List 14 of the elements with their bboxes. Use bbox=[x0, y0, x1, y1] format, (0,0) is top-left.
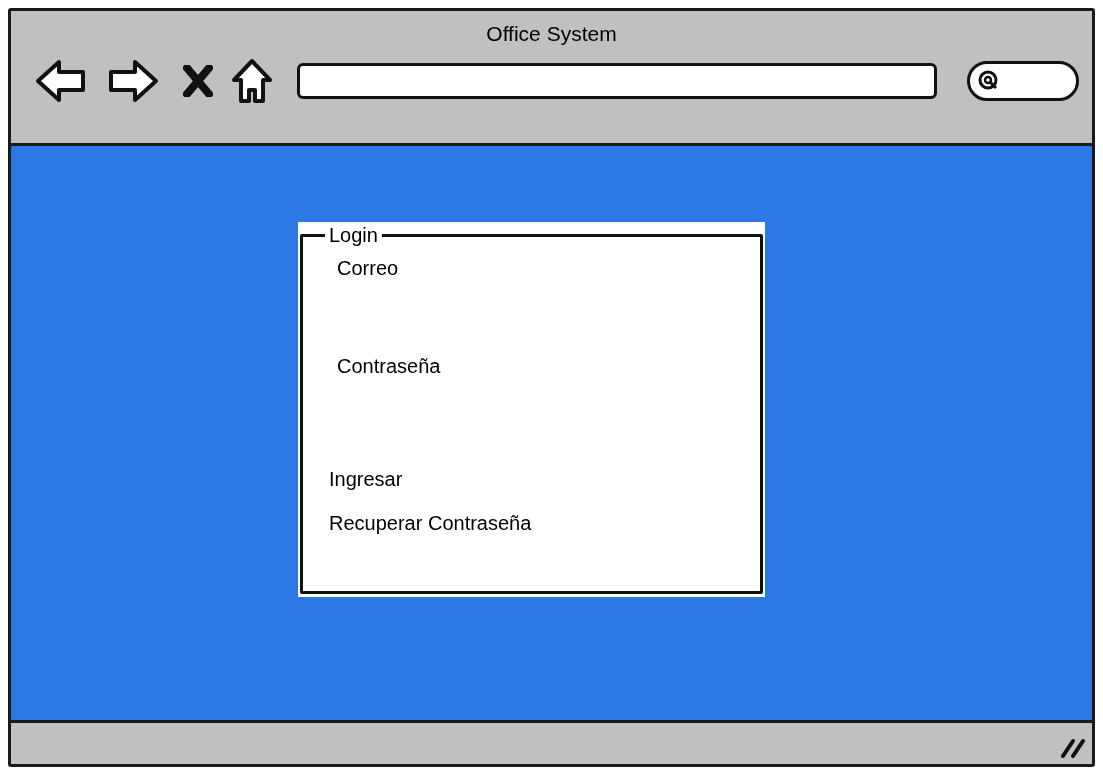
window-title: Office System bbox=[486, 21, 617, 47]
link[interactable]: Recuperar Contraseña bbox=[329, 512, 532, 534]
back-arrow-icon[interactable] bbox=[35, 58, 87, 104]
field-label: Contraseña bbox=[337, 355, 441, 377]
forward-arrow-icon[interactable] bbox=[107, 58, 159, 104]
resize-grip-icon[interactable] bbox=[1060, 738, 1086, 758]
address-field[interactable] bbox=[297, 63, 937, 99]
search-field[interactable] bbox=[967, 61, 1079, 101]
link[interactable]: Ingresar bbox=[329, 468, 403, 490]
close-icon[interactable] bbox=[183, 65, 213, 97]
field-label: Correo bbox=[337, 257, 399, 279]
group-title: Login bbox=[328, 224, 379, 246]
home-icon[interactable] bbox=[231, 58, 273, 104]
search-icon bbox=[978, 70, 1000, 92]
